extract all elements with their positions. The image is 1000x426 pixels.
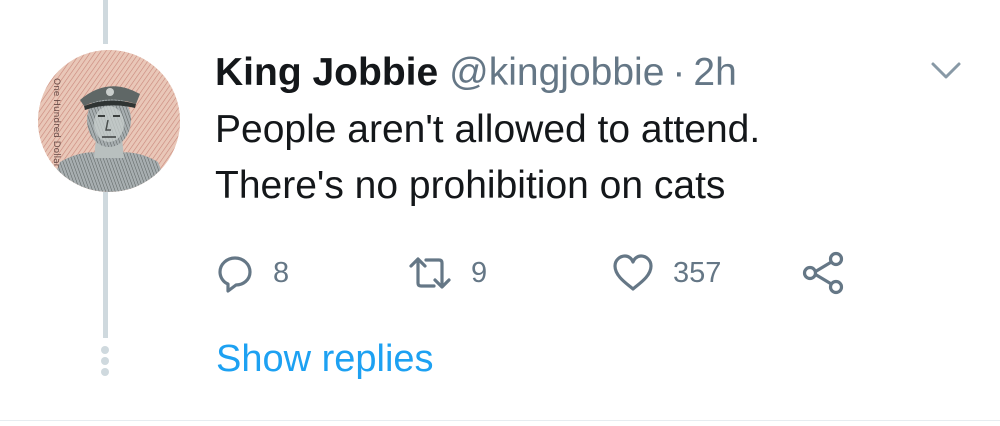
share-icon (802, 251, 844, 295)
more-options-button[interactable] (928, 58, 964, 84)
display-name[interactable]: King Jobbie (215, 50, 438, 96)
retweet-button[interactable]: 9 (407, 250, 487, 296)
avatar[interactable]: One Hundred Dollar (38, 50, 180, 192)
chevron-down-icon (931, 62, 961, 79)
header-separator: · (672, 51, 686, 94)
reply-button[interactable]: 8 (215, 250, 289, 296)
tweet-text: People aren't allowed to attend. There's… (215, 102, 955, 214)
share-button[interactable] (801, 250, 845, 296)
heart-icon (613, 254, 653, 291)
show-replies-link[interactable]: Show replies (216, 333, 434, 385)
thread-connector-bottom (103, 192, 108, 338)
user-handle[interactable]: @kingjobbie (449, 50, 664, 96)
tweet-header: King Jobbie @kingjobbie · 2h (215, 50, 737, 96)
reply-icon (218, 256, 252, 293)
like-button[interactable]: 357 (611, 250, 721, 296)
tweet-actions: 8 9 357 (215, 250, 875, 296)
retweet-icon (409, 257, 451, 289)
tweet-divider (0, 420, 1000, 421)
tweet-text-line-2: There's no prohibition on cats (215, 164, 726, 207)
thread-more-dots (101, 346, 110, 376)
reply-count: 8 (273, 256, 290, 289)
avatar-note-text: One Hundred Dollar (51, 78, 61, 168)
timestamp[interactable]: 2h (693, 50, 736, 96)
retweet-count: 9 (471, 256, 488, 289)
tweet-text-line-1: People aren't allowed to attend. (215, 108, 761, 151)
tweet-card[interactable]: One Hundred Dollar King Jobbie @kingjobb… (0, 0, 1000, 426)
like-count: 357 (673, 256, 722, 289)
avatar-image: One Hundred Dollar (38, 50, 180, 192)
thread-connector-top (103, 0, 108, 44)
